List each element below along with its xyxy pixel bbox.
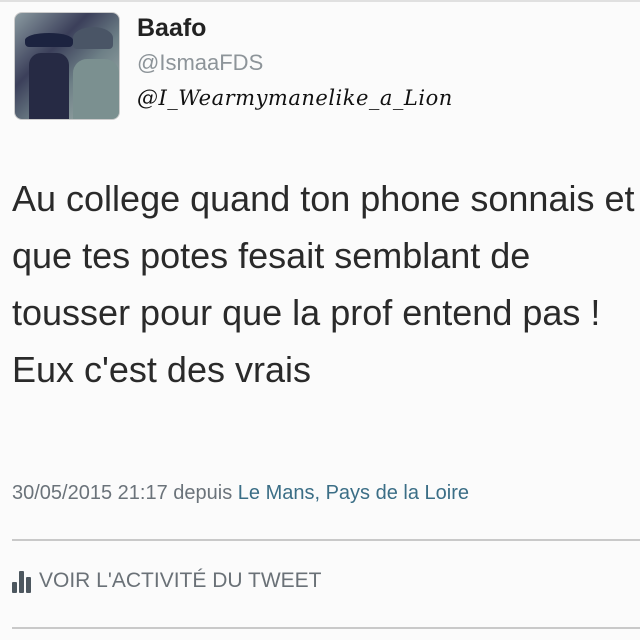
user-handle[interactable]: @IsmaaFDS [137, 50, 263, 76]
avatar[interactable] [14, 12, 120, 120]
watermark: @I_Wearmymanelike_a_Lion [137, 86, 453, 110]
timestamp[interactable]: 30/05/2015 21:17 [12, 482, 168, 504]
divider [12, 539, 640, 541]
bar-chart-icon [12, 571, 31, 593]
via-label: depuis [173, 482, 233, 504]
display-name[interactable]: Baafo [137, 14, 206, 43]
top-border [0, 0, 640, 2]
location-link[interactable]: Le Mans, Pays de la Loire [238, 482, 469, 504]
activity-label: VOIR L'ACTIVITÉ DU TWEET [39, 569, 322, 592]
tweet-meta: 30/05/2015 21:17 depuis Le Mans, Pays de… [12, 482, 469, 505]
view-activity-button[interactable]: VOIR L'ACTIVITÉ DU TWEET [12, 569, 322, 593]
tweet-text: Au college quand ton phone sonnais et qu… [12, 178, 635, 390]
divider [12, 627, 640, 629]
